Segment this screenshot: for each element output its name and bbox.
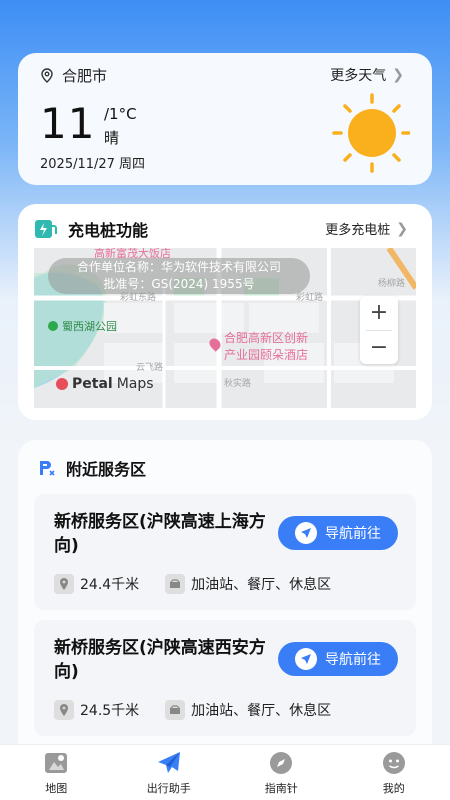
distance-text: 24.4千米 — [80, 577, 140, 593]
service-area-icon — [40, 461, 55, 476]
navigate-label: 导航前往 — [325, 526, 381, 542]
service-area-info: 24.4千米 加油站、餐厅、休息区 — [54, 574, 331, 594]
service-area-header: 附近服务区 — [38, 456, 146, 480]
nav-label: 地图 — [45, 781, 68, 795]
map-icon — [45, 752, 68, 773]
service-area-item[interactable]: 新桥服务区(沪陕高速上海方向) 导航前往 24.4千米 加油站、餐厅、休息区 — [34, 494, 416, 610]
navigation-arrow-icon — [295, 522, 317, 544]
service-area-title: 附近服务区 — [66, 460, 147, 479]
service-area-name: 新桥服务区(沪陕高速上海方向) — [54, 512, 266, 556]
navigate-button[interactable]: 导航前往 — [278, 642, 398, 676]
charging-title: 充电桩功能 — [68, 221, 149, 240]
map-road-label: 秋实路 — [224, 379, 252, 389]
map-watermark: 合作单位名称：华为软件技术有限公司 批准号：GS(2024) 1955号 — [48, 258, 310, 294]
location-pin-icon — [54, 700, 74, 720]
nav-label: 出行助手 — [146, 781, 191, 795]
nav-item-compass[interactable]: 指南针 — [225, 745, 338, 800]
petal-logo-icon — [56, 378, 68, 390]
navigation-arrow-icon — [295, 648, 317, 670]
compass-icon — [270, 751, 293, 774]
bottom-nav: 地图 出行助手 指南针 我的 — [0, 744, 450, 800]
smiley-icon — [382, 751, 405, 774]
service-area-item[interactable]: 新桥服务区(沪陕高速西安方向) 导航前往 24.5千米 加油站、餐厅、休息区 — [34, 620, 416, 736]
chevron-right-icon: ❯ — [396, 220, 408, 237]
petal-maps-logo: Petal Maps — [56, 376, 154, 392]
hotel-pin-icon — [207, 336, 223, 352]
navigate-button[interactable]: 导航前往 — [278, 516, 398, 550]
paper-plane-icon — [157, 751, 180, 773]
facilities-text: 加油站、餐厅、休息区 — [191, 577, 332, 593]
map-road-label: 云飞路 — [136, 363, 164, 373]
more-weather-link[interactable]: 更多天气 ❯ — [330, 65, 404, 85]
map-zoom-control: + − — [360, 296, 398, 364]
nav-item-travel-assistant[interactable]: 出行助手 — [113, 745, 226, 800]
charging-pile-icon — [35, 220, 57, 238]
map-view[interactable]: 高新富茂大饭店 彩虹东路 彩虹路 云飞路 秋实路 杨柳路 蜀西湖公园 合肥高新区… — [34, 248, 416, 408]
low-temperature: /1°C — [104, 105, 137, 123]
service-area-card: 附近服务区 新桥服务区(沪陕高速上海方向) 导航前往 24.4千米 加油站、餐厅… — [18, 440, 432, 770]
nav-label: 指南针 — [264, 781, 298, 795]
facilities-icon — [165, 700, 186, 720]
nav-label: 我的 — [382, 781, 405, 795]
charging-header: 充电桩功能 — [34, 217, 148, 241]
city-name: 合肥市 — [62, 67, 108, 85]
nav-item-map[interactable]: 地图 — [0, 745, 113, 800]
map-road-label: 杨柳路 — [378, 279, 406, 289]
weather-date: 2025/11/27 周四 — [40, 157, 146, 172]
sunny-icon — [332, 93, 410, 173]
facilities-icon — [165, 574, 186, 594]
nav-item-profile[interactable]: 我的 — [338, 745, 450, 800]
weather-condition: 晴 — [104, 129, 120, 147]
more-charging-link[interactable]: 更多充电桩 ❯ — [325, 219, 408, 239]
facilities-text: 加油站、餐厅、休息区 — [191, 703, 332, 719]
service-area-name: 新桥服务区(沪陕高速西安方向) — [54, 638, 266, 682]
chevron-right-icon: ❯ — [392, 67, 404, 83]
park-icon — [48, 321, 58, 331]
zoom-out-button[interactable]: − — [360, 331, 398, 365]
location-pin-icon — [54, 574, 74, 594]
current-temperature: 11 — [40, 99, 96, 148]
more-charging-label: 更多充电桩 — [325, 223, 391, 238]
charging-card: 充电桩功能 更多充电桩 ❯ 高新富茂大饭店 彩虹东路 彩虹路 云飞路 秋实路 杨… — [18, 204, 432, 420]
distance-text: 24.5千米 — [80, 703, 140, 719]
navigate-label: 导航前往 — [325, 652, 381, 668]
weather-card[interactable]: 合肥市 更多天气 ❯ 11 /1°C 晴 2025/11/27 周四 — [18, 53, 432, 185]
map-hotel-label: 合肥高新区创新 产业园颐朵酒店 — [207, 330, 308, 364]
more-weather-label: 更多天气 — [330, 68, 387, 84]
service-area-info: 24.5千米 加油站、餐厅、休息区 — [54, 700, 331, 720]
zoom-in-button[interactable]: + — [360, 296, 398, 330]
location-row: 合肥市 — [40, 65, 107, 86]
location-pin-icon — [41, 67, 53, 83]
map-park-label: 蜀西湖公园 — [48, 318, 117, 334]
